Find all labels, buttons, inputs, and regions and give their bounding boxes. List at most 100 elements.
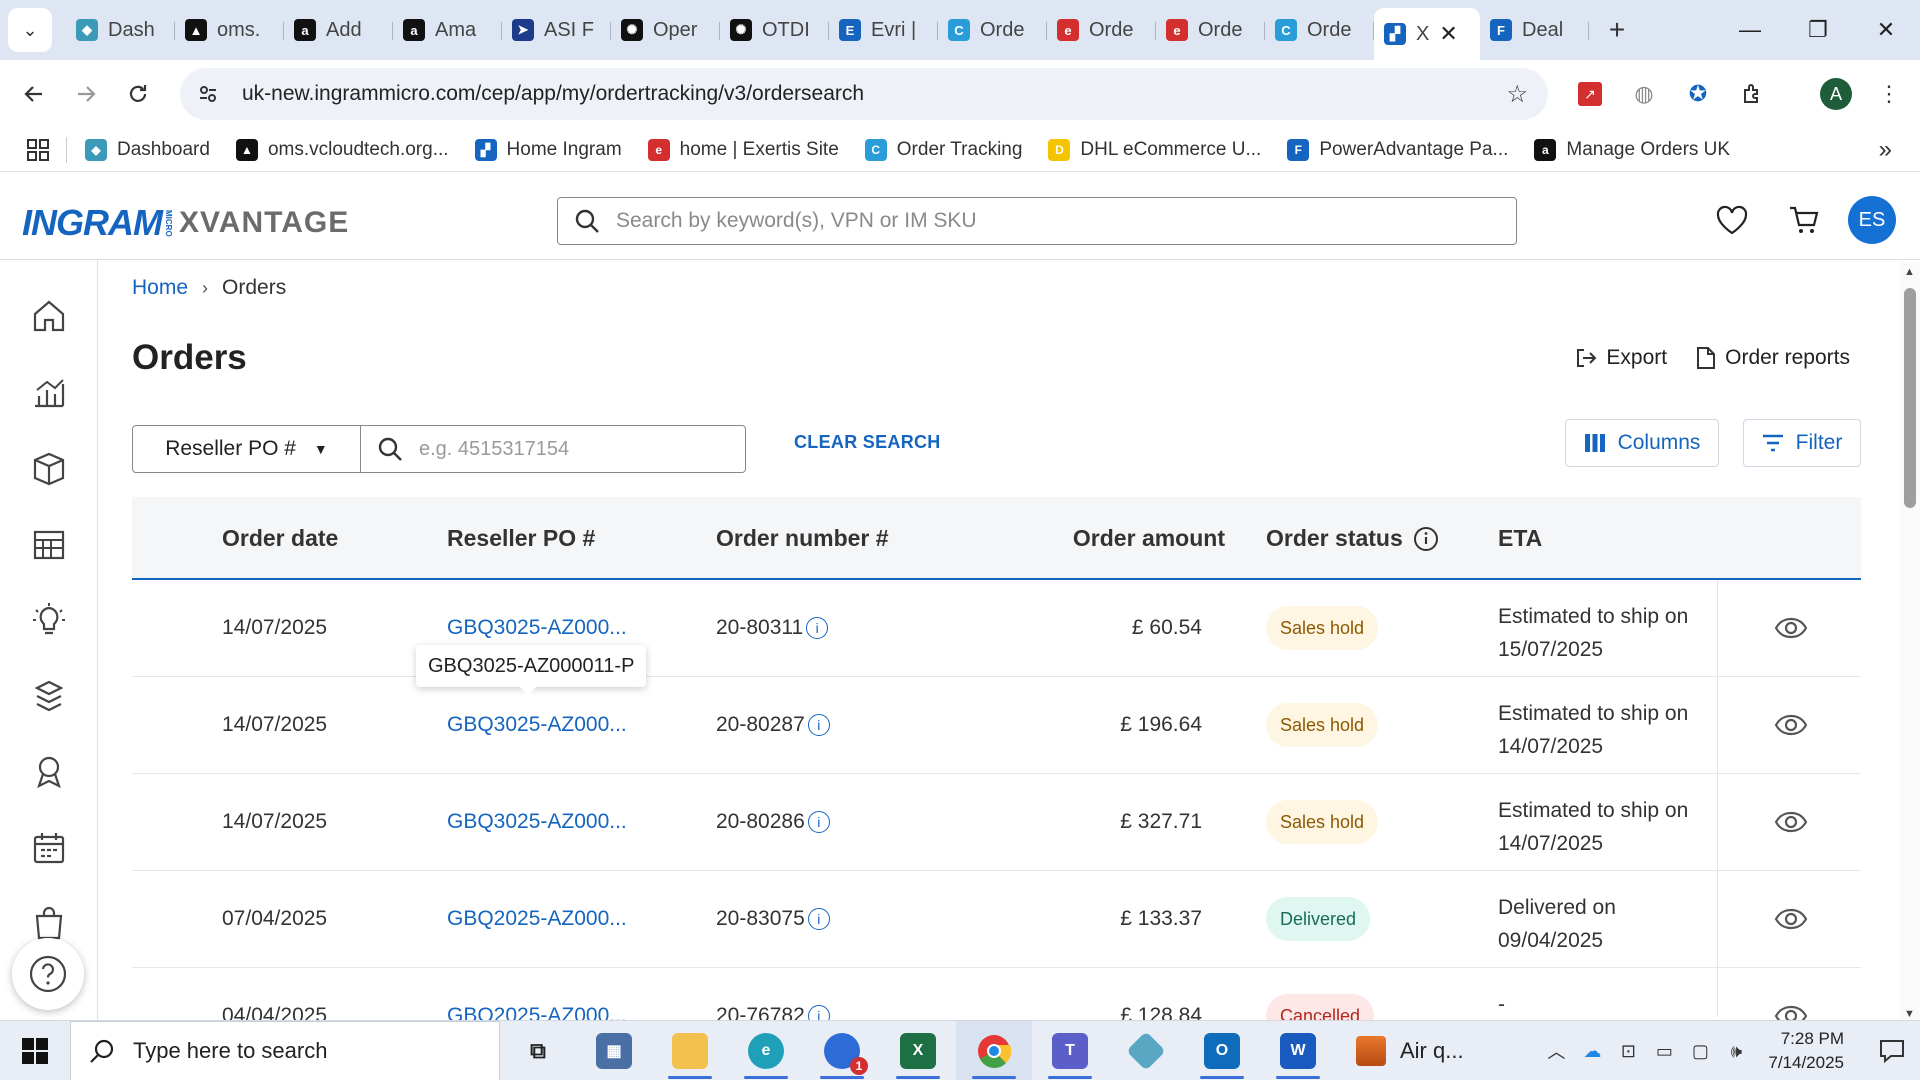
- taskbar-word[interactable]: W: [1260, 1021, 1336, 1080]
- tab-search-button[interactable]: ⌄: [8, 8, 52, 52]
- close-window-button[interactable]: ✕: [1852, 0, 1920, 60]
- browser-tab[interactable]: ▲ oms.: [175, 8, 284, 52]
- bookmark-item[interactable]: ▞ Home Ingram: [474, 138, 622, 161]
- bookmark-item[interactable]: F PowerAdvantage Pa...: [1287, 138, 1508, 161]
- browser-tab[interactable]: C Orde: [1265, 8, 1374, 52]
- network-alert-icon[interactable]: ⊡: [1610, 1033, 1646, 1069]
- close-tab-icon[interactable]: ✕: [1439, 21, 1457, 47]
- warehouse-icon[interactable]: [27, 522, 71, 566]
- browser-tab[interactable]: C Orde: [938, 8, 1047, 52]
- ideas-lightbulb-icon[interactable]: [27, 598, 71, 642]
- globe-extension-icon[interactable]: ◍: [1624, 74, 1664, 114]
- notifications-button[interactable]: [1864, 1021, 1920, 1080]
- taskbar-search[interactable]: Type here to search: [70, 1020, 500, 1080]
- view-order-eye-icon[interactable]: [1772, 612, 1810, 644]
- view-order-eye-icon[interactable]: [1772, 806, 1810, 838]
- minimize-button[interactable]: —: [1716, 0, 1784, 60]
- page-scrollbar[interactable]: ▲ ▼: [1900, 262, 1920, 1022]
- taskbar-outlook[interactable]: O: [1184, 1021, 1260, 1080]
- info-icon[interactable]: i: [806, 617, 829, 639]
- taskbar-calculator[interactable]: ▦: [576, 1021, 652, 1080]
- url-text[interactable]: uk-new.ingrammicro.com/cep/app/my/ordert…: [242, 82, 864, 106]
- header-order-number[interactable]: Order number #: [716, 525, 889, 552]
- extensions-puzzle-icon[interactable]: [1732, 74, 1772, 114]
- header-order-amount[interactable]: Order amount: [1073, 525, 1225, 552]
- clear-search-button[interactable]: CLEAR SEARCH: [794, 432, 941, 453]
- header-order-status[interactable]: Order status: [1266, 525, 1439, 552]
- header-order-date[interactable]: Order date: [222, 525, 338, 552]
- export-button[interactable]: Export: [1574, 346, 1667, 370]
- products-box-icon[interactable]: [27, 446, 71, 490]
- new-tab-button[interactable]: +: [1597, 10, 1637, 50]
- order-search-field[interactable]: [361, 426, 745, 472]
- browser-tab[interactable]: e Orde: [1156, 8, 1265, 52]
- system-clock[interactable]: 7:28 PM 7/14/2025: [1768, 1027, 1844, 1075]
- info-icon[interactable]: i: [807, 714, 830, 736]
- bookmark-item[interactable]: ◆ Dashboard: [85, 138, 210, 161]
- bookmark-item[interactable]: D DHL eCommerce U...: [1048, 138, 1261, 161]
- scroll-up-arrow-icon[interactable]: ▲: [1904, 266, 1915, 278]
- start-button[interactable]: [0, 1021, 70, 1080]
- user-avatar[interactable]: ES: [1848, 196, 1896, 244]
- help-button[interactable]: [12, 938, 84, 1010]
- tray-overflow-chevron-icon[interactable]: ︿: [1538, 1033, 1574, 1069]
- apps-grid-icon[interactable]: [18, 130, 58, 170]
- taskbar-chrome[interactable]: [956, 1020, 1032, 1080]
- ingram-xvantage-logo[interactable]: INGRAM MICRO XVANTAGE: [22, 202, 349, 244]
- info-icon[interactable]: i: [807, 811, 830, 833]
- task-view-button[interactable]: ⧉: [500, 1021, 576, 1080]
- header-eta[interactable]: ETA: [1498, 525, 1542, 552]
- reseller-po-link[interactable]: GBQ2025-AZ000...: [447, 907, 627, 931]
- bookmark-item[interactable]: e home | Exertis Site: [647, 138, 839, 161]
- taskbar-file-explorer[interactable]: [652, 1021, 728, 1080]
- weather-widget[interactable]: Air q...: [1356, 1035, 1464, 1066]
- info-icon[interactable]: [1413, 526, 1439, 552]
- global-search[interactable]: [557, 197, 1517, 245]
- restore-button[interactable]: ❐: [1784, 0, 1852, 60]
- header-reseller-po[interactable]: Reseller PO #: [447, 525, 595, 552]
- scrollbar-thumb[interactable]: [1904, 288, 1916, 508]
- reseller-po-link[interactable]: GBQ3025-AZ000...: [447, 810, 627, 834]
- onedrive-cloud-icon[interactable]: ☁: [1574, 1033, 1610, 1069]
- browser-tab[interactable]: a Ama: [393, 8, 502, 52]
- calendar-icon[interactable]: [27, 826, 71, 870]
- wishlist-heart-icon[interactable]: [1710, 198, 1754, 242]
- info-icon[interactable]: i: [807, 908, 830, 930]
- forward-button[interactable]: [60, 68, 112, 120]
- display-icon[interactable]: ▢: [1682, 1033, 1718, 1069]
- browser-menu-icon[interactable]: ⋮: [1869, 74, 1909, 114]
- acrobat-extension-icon[interactable]: ↗: [1570, 74, 1610, 114]
- reload-button[interactable]: [112, 68, 164, 120]
- global-search-input[interactable]: [616, 209, 1476, 233]
- taskbar-excel[interactable]: X: [880, 1021, 956, 1080]
- columns-button[interactable]: Columns: [1565, 419, 1719, 467]
- taskbar-app-gem[interactable]: [1108, 1021, 1184, 1080]
- view-order-eye-icon[interactable]: [1772, 709, 1810, 741]
- battery-icon[interactable]: ▭: [1646, 1033, 1682, 1069]
- order-reports-button[interactable]: Order reports: [1695, 346, 1850, 370]
- browser-tab[interactable]: F Deal: [1480, 8, 1589, 52]
- services-stack-icon[interactable]: [27, 674, 71, 718]
- view-order-eye-icon[interactable]: [1772, 903, 1810, 935]
- order-search-input[interactable]: [419, 437, 719, 461]
- browser-tab[interactable]: ▞ X ✕: [1374, 8, 1480, 60]
- vpn-extension-icon[interactable]: ✪: [1678, 74, 1718, 114]
- award-ribbon-icon[interactable]: [27, 750, 71, 794]
- reseller-po-link[interactable]: GBQ3025-AZ000...: [447, 616, 627, 640]
- browser-tab[interactable]: e Orde: [1047, 8, 1156, 52]
- taskbar-teams[interactable]: T: [1032, 1021, 1108, 1080]
- site-settings-icon[interactable]: [188, 74, 228, 114]
- bookmark-item[interactable]: ▲ oms.vcloudtech.org...: [235, 138, 449, 161]
- more-bookmarks-icon[interactable]: »: [1879, 136, 1892, 164]
- volume-icon[interactable]: 🕪: [1718, 1033, 1754, 1069]
- browser-tab[interactable]: ✺ Oper: [611, 8, 720, 52]
- bookmark-item[interactable]: a Manage Orders UK: [1534, 138, 1730, 161]
- browser-tab[interactable]: a Add: [284, 8, 393, 52]
- reseller-po-link[interactable]: GBQ3025-AZ000...: [447, 713, 627, 737]
- taskbar-edge[interactable]: e: [728, 1021, 804, 1080]
- filter-button[interactable]: Filter: [1743, 419, 1861, 467]
- browser-tab[interactable]: ◆ Dash: [66, 8, 175, 52]
- analytics-chart-icon[interactable]: [27, 370, 71, 414]
- browser-tab[interactable]: ➤ ASI F: [502, 8, 611, 52]
- browser-tab[interactable]: ✺ OTDI: [720, 8, 829, 52]
